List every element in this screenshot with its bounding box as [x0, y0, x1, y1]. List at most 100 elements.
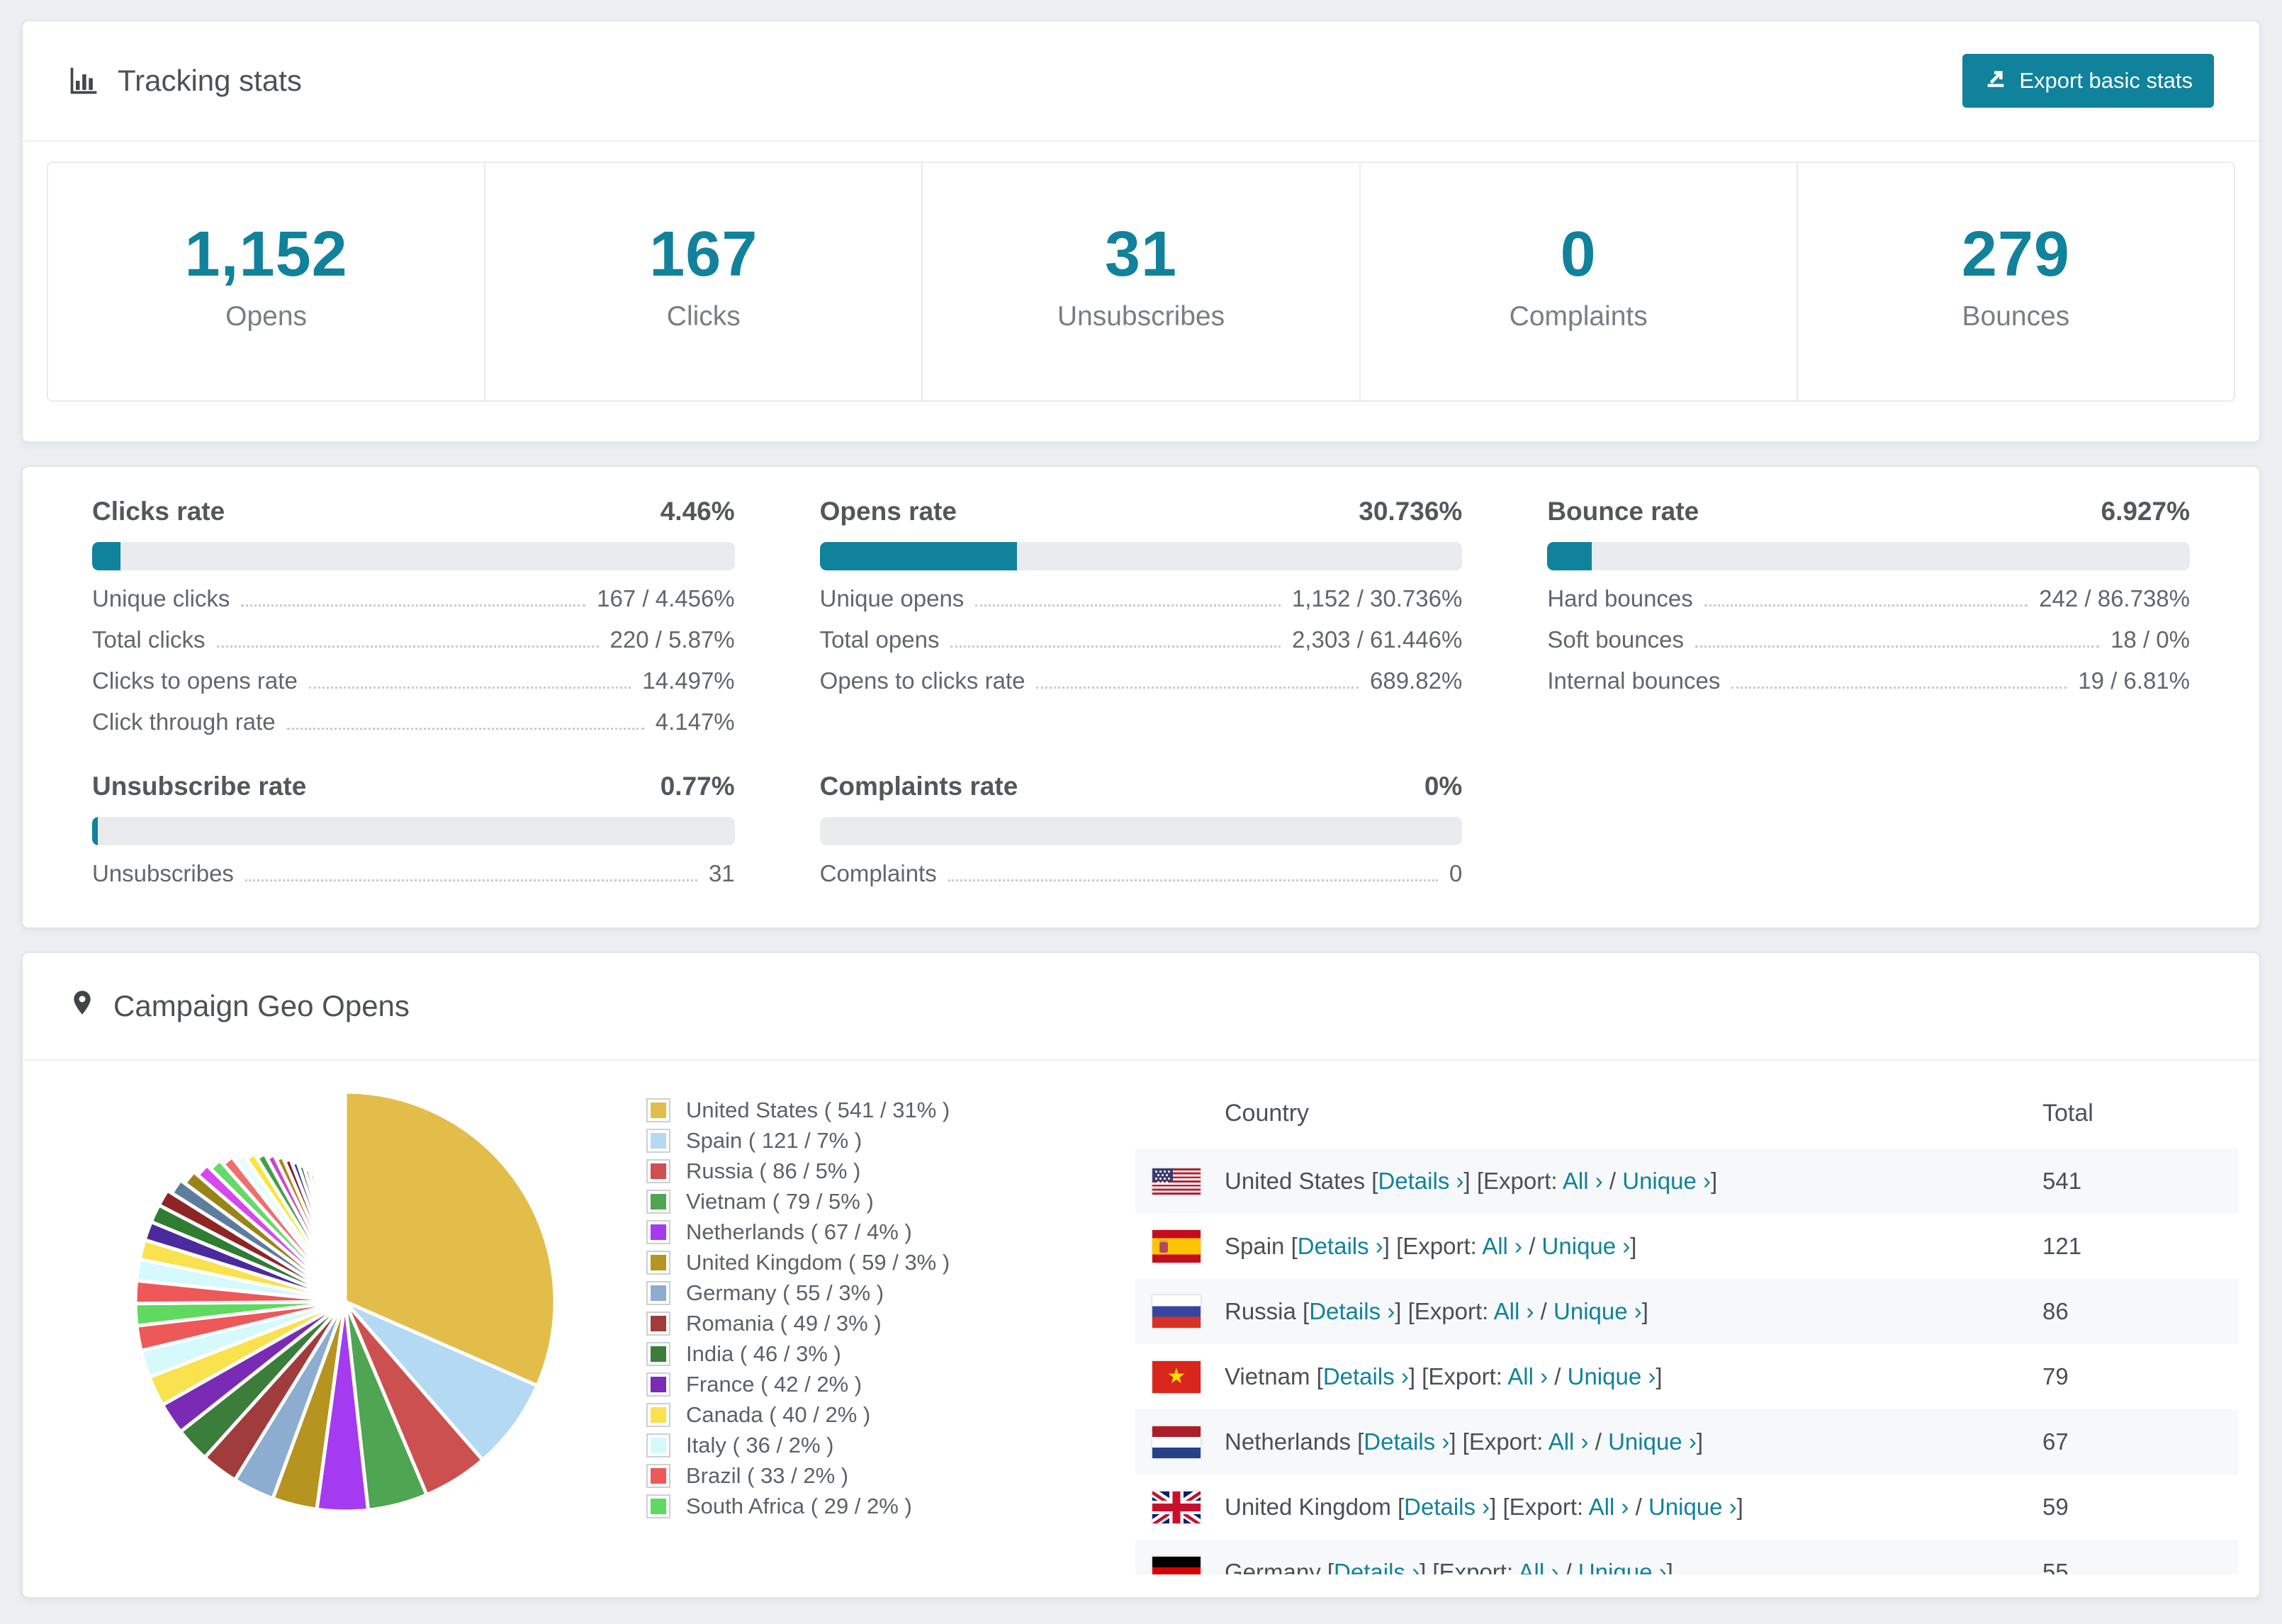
rate-row: Clicks to opens rate 14.497% [92, 668, 735, 694]
legend-label: Spain ( 121 / 7% ) [686, 1128, 862, 1153]
campaign-overview-page: { "colors": { "accent_teal": "#11829b", … [0, 20, 2282, 1624]
geo-table: Country Total United States [Details ›] … [1135, 1078, 2238, 1574]
rate-row-value: 0 [1449, 860, 1463, 886]
rate-row-value: 4.147% [655, 709, 735, 735]
unsubscribes-label: Unsubscribes [1057, 301, 1225, 332]
bounce-rate-title: Bounce rate [1547, 497, 1699, 526]
legend-item: South Africa ( 29 / 2% ) [646, 1494, 1086, 1519]
legend-item: Germany ( 55 / 3% ) [646, 1280, 1086, 1306]
dotted-leader [975, 604, 1281, 607]
rate-row: Total clicks 220 / 5.87% [92, 627, 735, 653]
details-link[interactable]: Details › [1404, 1494, 1490, 1520]
export-unique-link[interactable]: Unique › [1608, 1428, 1697, 1455]
progress-fill [1547, 542, 1592, 570]
clicks-rate-block: Clicks rate 4.46% Unique clicks 167 / 4.… [92, 497, 735, 735]
rate-row-value: 19 / 6.81% [2078, 667, 2190, 694]
legend-swatch [646, 1433, 670, 1457]
progress-fill [819, 542, 1018, 570]
export-all-link[interactable]: All › [1563, 1168, 1603, 1194]
export-unique-link[interactable]: Unique › [1553, 1298, 1642, 1324]
es-flag-icon [1152, 1230, 1201, 1263]
opens-rate-title: Opens rate [819, 497, 957, 526]
legend-item: India ( 46 / 3% ) [646, 1341, 1086, 1367]
export-unique-link[interactable]: Unique › [1568, 1363, 1656, 1389]
bounces-label: Bounces [1962, 301, 2070, 332]
clicks-rate-title: Clicks rate [92, 497, 225, 526]
export-unique-link[interactable]: Unique › [1622, 1168, 1711, 1194]
export-all-link[interactable]: All › [1589, 1494, 1629, 1520]
legend-swatch [646, 1494, 670, 1518]
legend-swatch [646, 1464, 670, 1488]
rate-row: Click through rate 4.147% [92, 709, 735, 735]
details-link[interactable]: Details › [1309, 1298, 1395, 1324]
stat-bounces: 279 Bounces [1798, 163, 2234, 400]
country-cell: Spain [Details ›] [Export: All › / Uniqu… [1225, 1233, 1637, 1259]
complaints-count: 0 [1560, 219, 1597, 290]
total-cell: 59 [2042, 1494, 2069, 1520]
clicks-rate-value: 4.46% [660, 497, 735, 526]
export-all-link[interactable]: All › [1518, 1559, 1558, 1574]
legend-swatch [646, 1312, 670, 1336]
rate-row-label: Internal bounces [1547, 667, 1721, 694]
legend-swatch [646, 1159, 670, 1183]
rate-row: Unique opens 1,152 / 30.736% [820, 586, 1463, 611]
export-unique-link[interactable]: Unique › [1648, 1494, 1737, 1520]
geo-content: United States ( 541 / 31% ) Spain ( 121 /… [23, 1061, 2259, 1574]
bounce-rate-block: Bounce rate 6.927% Hard bounces 242 / 86… [1547, 497, 2190, 735]
rate-row: Soft bounces 18 / 0% [1547, 627, 2190, 653]
dotted-leader [1694, 645, 2100, 648]
clicks-rate-rows: Unique clicks 167 / 4.456% Total clicks … [92, 586, 735, 735]
export-unique-link[interactable]: Unique › [1542, 1233, 1631, 1259]
details-link[interactable]: Details › [1334, 1559, 1420, 1574]
bounce-rate-rows: Hard bounces 242 / 86.738% Soft bounces … [1547, 586, 2190, 694]
rate-row-value: 1,152 / 30.736% [1291, 585, 1463, 611]
export-icon [1984, 66, 2008, 96]
total-cell: 79 [2042, 1363, 2069, 1389]
export-all-link[interactable]: All › [1482, 1233, 1522, 1259]
rate-row-value: 31 [708, 860, 735, 886]
export-unique-link[interactable]: Unique › [1578, 1559, 1667, 1574]
country-column-header: Country [1225, 1099, 1310, 1127]
legend-item: United States ( 541 / 31% ) [646, 1098, 1086, 1123]
details-link[interactable]: Details › [1298, 1233, 1383, 1259]
dotted-leader [950, 645, 1281, 648]
legend-swatch [646, 1190, 670, 1214]
rate-row-value: 689.82% [1370, 667, 1463, 694]
export-all-link[interactable]: All › [1507, 1363, 1548, 1389]
campaign-geo-opens-panel: Campaign Geo Opens United States ( 541 /… [21, 952, 2261, 1598]
details-link[interactable]: Details › [1323, 1363, 1409, 1389]
unsubscribes-count: 31 [1104, 219, 1178, 290]
legend-swatch [646, 1281, 670, 1305]
rate-row-value: 167 / 4.456% [597, 585, 735, 611]
export-all-link[interactable]: All › [1494, 1298, 1534, 1324]
opens-count: 1,152 [184, 219, 348, 290]
legend-item: United Kingdom ( 59 / 3% ) [646, 1250, 1086, 1275]
total-cell: 541 [2042, 1168, 2082, 1194]
de-flag-icon [1152, 1556, 1201, 1574]
dotted-leader [241, 604, 586, 607]
geo-table-row: Germany [Details ›] [Export: All › / Uni… [1135, 1540, 2238, 1574]
geo-panel-header: Campaign Geo Opens [23, 953, 2259, 1061]
rate-row: Unsubscribes 31 [92, 861, 735, 886]
dotted-leader [1731, 687, 2067, 689]
total-column-header: Total [2042, 1099, 2093, 1127]
rate-row: Complaints 0 [820, 861, 1463, 886]
map-pin-icon [68, 986, 96, 1027]
geo-table-header: Country Total [1135, 1078, 2238, 1149]
export-basic-stats-button[interactable]: Export basic stats [1962, 54, 2214, 108]
total-cell: 67 [2042, 1428, 2069, 1455]
dotted-leader [308, 687, 631, 689]
tracking-stats-panel: Tracking stats Export basic stats 1,152 … [21, 20, 2261, 443]
stat-opens: 1,152 Opens [48, 163, 486, 400]
legend-label: United States ( 541 / 31% ) [686, 1098, 950, 1122]
dotted-leader [244, 879, 697, 881]
legend-swatch [646, 1129, 670, 1153]
details-link[interactable]: Details › [1364, 1428, 1449, 1455]
details-link[interactable]: Details › [1378, 1168, 1463, 1194]
legend-label: India ( 46 / 3% ) [686, 1341, 841, 1366]
geo-table-row: United States [Details ›] [Export: All ›… [1135, 1149, 2238, 1214]
export-all-link[interactable]: All › [1548, 1428, 1589, 1455]
nl-flag-icon [1152, 1426, 1201, 1458]
rate-row-value: 14.497% [642, 667, 735, 694]
progress-fill [92, 817, 99, 845]
